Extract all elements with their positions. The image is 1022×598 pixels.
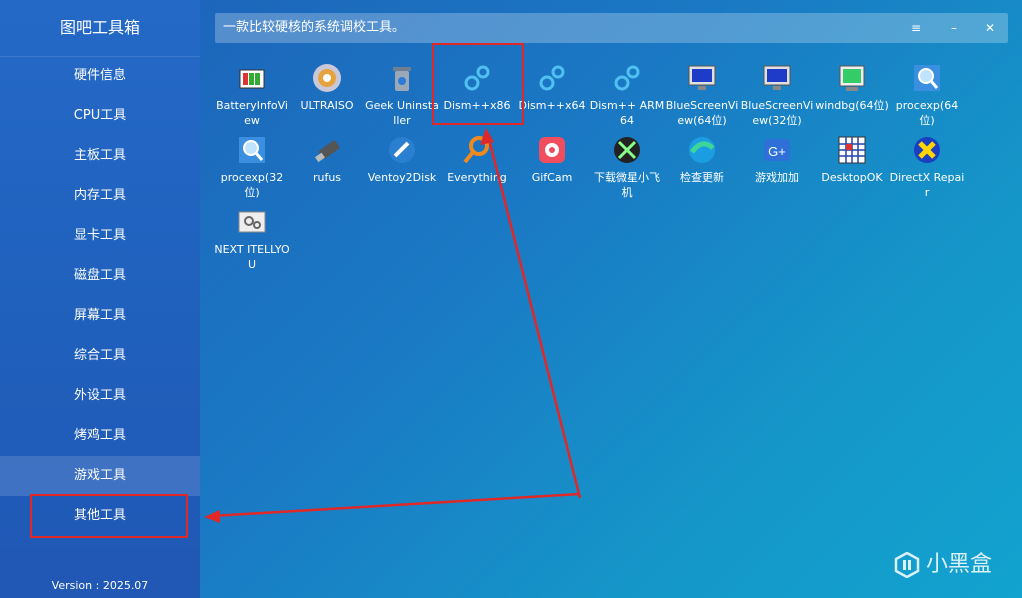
watermark-text: 小黑盒	[925, 552, 992, 577]
heybox-logo-icon	[894, 552, 920, 578]
arrow-head-other	[204, 510, 220, 523]
arrow-head-dism	[480, 128, 494, 145]
arrow-line-to-other	[211, 492, 581, 518]
arrow-line-to-dism	[486, 134, 582, 499]
watermark-logo: 小黑盒	[894, 546, 992, 578]
annotation-arrows	[204, 128, 582, 523]
